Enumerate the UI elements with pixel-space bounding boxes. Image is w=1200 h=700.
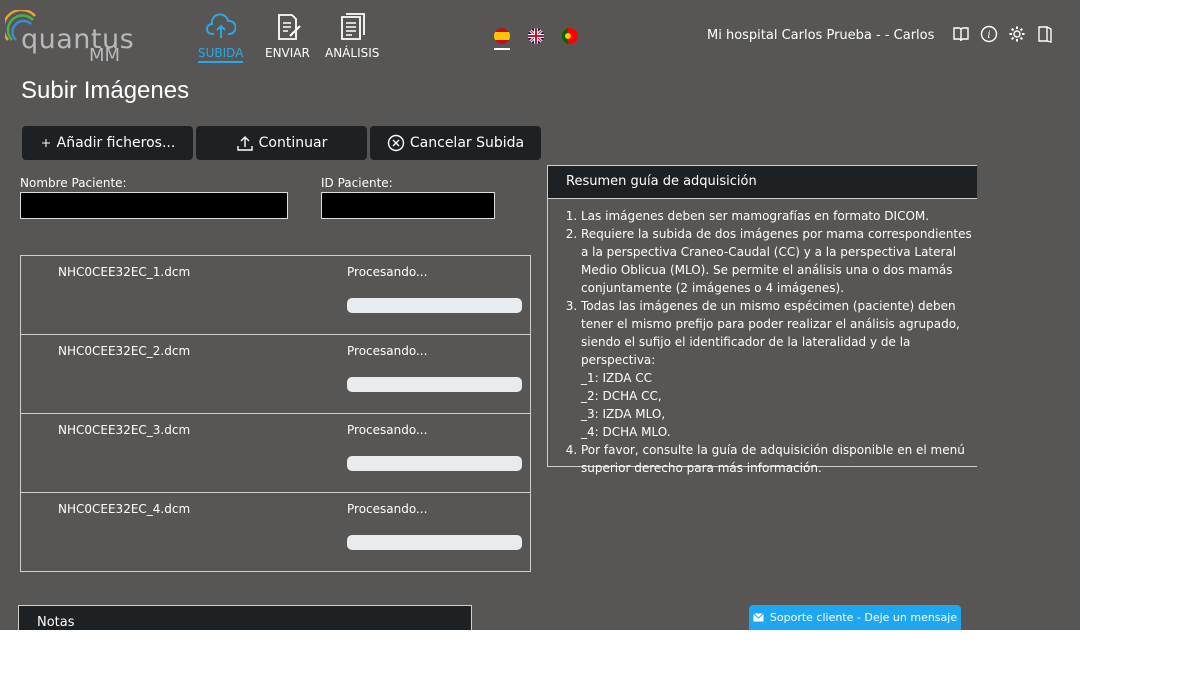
patient-id-input[interactable] — [321, 192, 495, 219]
add-files-label: Añadir ficheros... — [56, 135, 176, 151]
analysis-document-icon — [341, 13, 366, 40]
logo: quantus MM — [5, 10, 135, 66]
gear-icon[interactable] — [1008, 25, 1026, 43]
guide-list: Las imágenes deben ser mamografías en fo… — [548, 207, 977, 477]
file-progress-bar — [347, 298, 522, 313]
file-status: Procesando... — [347, 344, 428, 358]
suffix-line: _2: DCHA CC, — [581, 389, 662, 403]
pt-flag[interactable] — [562, 28, 578, 44]
guide-title: Resumen guía de adquisición — [548, 166, 977, 199]
guide-item: Todas las imágenes de un mismo espécimen… — [581, 297, 973, 441]
active-language-underline — [494, 48, 510, 50]
book-icon[interactable] — [952, 25, 970, 43]
cancel-upload-label: Cancelar Subida — [409, 135, 525, 151]
file-row: NHC0CEE32EC_2.dcm Procesando... — [21, 335, 530, 414]
file-status: Procesando... — [347, 423, 428, 437]
file-progress-bar — [347, 535, 522, 550]
svg-text:i: i — [987, 30, 990, 41]
file-row: NHC0CEE32EC_3.dcm Procesando... — [21, 414, 530, 493]
envelope-icon — [753, 613, 764, 622]
uk-flag[interactable] — [528, 28, 544, 44]
upload-icon — [236, 136, 253, 151]
acquisition-guide-panel: Resumen guía de adquisición Las imágenes… — [547, 165, 977, 475]
continue-button[interactable]: Continuar — [196, 126, 367, 160]
patient-name-label: Nombre Paciente: — [20, 176, 127, 190]
file-name: NHC0CEE32EC_4.dcm — [58, 502, 191, 516]
suffix-line: _1: IZDA CC — [581, 371, 653, 385]
file-progress-bar — [347, 377, 522, 392]
cloud-upload-icon — [205, 13, 236, 38]
logout-icon[interactable] — [1036, 25, 1054, 43]
guide-item: Requiere la subida de dos imágenes por m… — [581, 225, 973, 297]
guide-item-text: Todas las imágenes de un mismo espécimen… — [581, 299, 960, 367]
file-status: Procesando... — [347, 265, 428, 279]
file-row: NHC0CEE32EC_1.dcm Procesando... — [21, 256, 530, 335]
notes-title: Notas — [37, 615, 75, 630]
guide-item: Las imágenes deben ser mamografías en fo… — [581, 207, 973, 225]
continue-label: Continuar — [258, 135, 328, 151]
file-name: NHC0CEE32EC_1.dcm — [58, 265, 191, 279]
user-hospital-label: Mi hospital Carlos Prueba - - Carlos — [707, 28, 935, 43]
suffix-line: _4: DCHA MLO. — [581, 425, 671, 439]
patient-id-label: ID Paciente: — [321, 176, 393, 190]
file-progress-bar — [347, 456, 522, 471]
info-icon[interactable]: i — [980, 25, 998, 43]
logo-sub: MM — [89, 45, 121, 66]
suffix-line: _3: IZDA MLO, — [581, 407, 666, 421]
cancel-upload-button[interactable]: Cancelar Subida — [370, 126, 541, 160]
nav-subida-label: SUBIDA — [198, 46, 244, 63]
app-window: quantus MM SUBIDA ENVIAR ANÁLISIS Mi hos… — [0, 0, 1080, 630]
cancel-circle-icon — [387, 134, 405, 152]
guide-item: Por favor, consulte la guía de adquisici… — [581, 441, 973, 477]
customer-support-button[interactable]: Soporte cliente - Deje un mensaje — [749, 605, 961, 630]
file-status: Procesando... — [347, 502, 428, 516]
nav-enviar-label: ENVIAR — [265, 46, 310, 60]
plus-icon — [41, 139, 50, 147]
patient-name-input[interactable] — [20, 192, 288, 219]
file-row: NHC0CEE32EC_4.dcm Procesando... — [21, 493, 530, 571]
customer-support-label: Soporte cliente - Deje un mensaje — [769, 611, 958, 624]
send-document-icon — [278, 14, 302, 40]
add-files-button[interactable]: Añadir ficheros... — [22, 126, 193, 160]
nav-analisis[interactable]: ANÁLISIS — [325, 12, 379, 60]
notes-panel: Notas — [18, 605, 472, 630]
nav-subida[interactable]: SUBIDA — [198, 12, 244, 63]
es-flag[interactable] — [494, 28, 510, 44]
file-list: NHC0CEE32EC_1.dcm Procesando... NHC0CEE3… — [20, 255, 531, 572]
nav-analisis-label: ANÁLISIS — [325, 46, 380, 60]
file-name: NHC0CEE32EC_3.dcm — [58, 423, 191, 437]
nav-enviar[interactable]: ENVIAR — [265, 12, 310, 60]
page-title: Subir Imágenes — [21, 77, 190, 104]
file-name: NHC0CEE32EC_2.dcm — [58, 344, 191, 358]
